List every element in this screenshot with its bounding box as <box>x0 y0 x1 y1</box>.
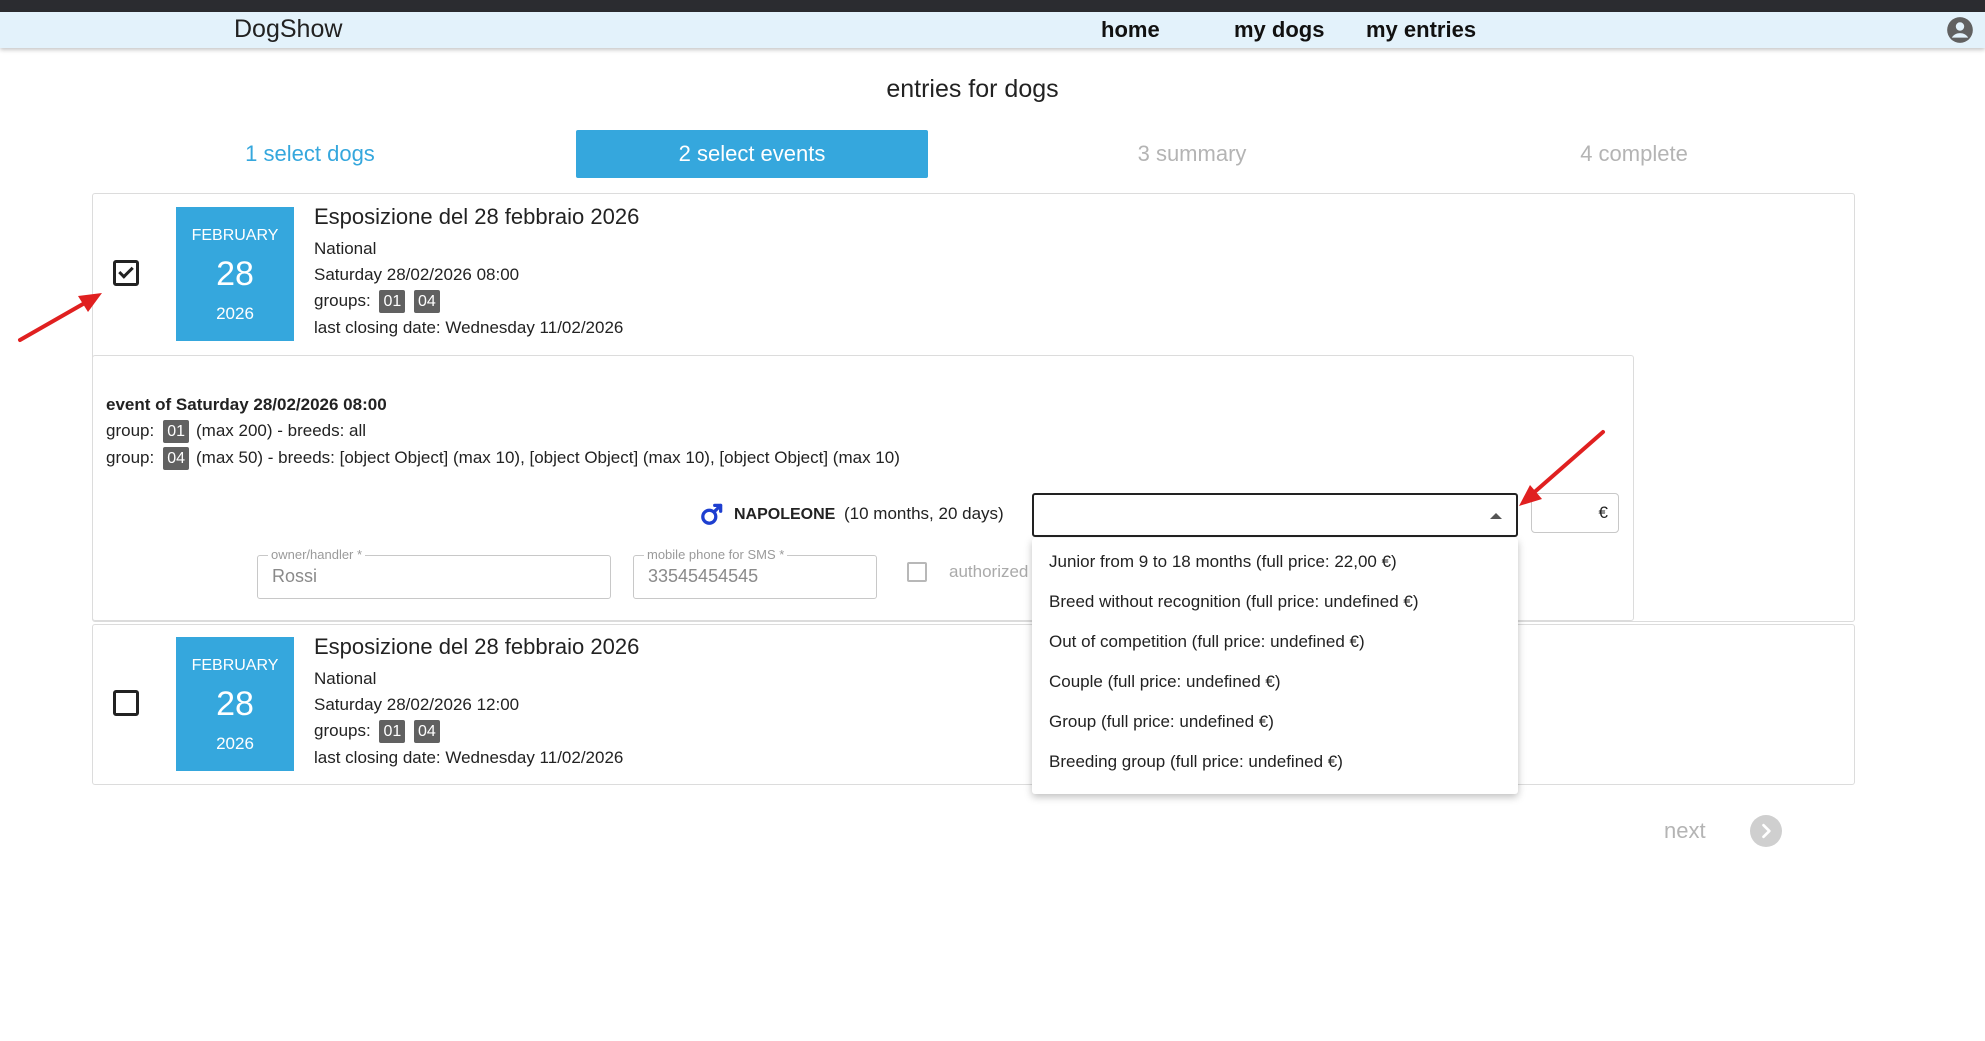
option-junior[interactable]: Junior from 9 to 18 months (full price: … <box>1032 542 1518 582</box>
group-chip: 01 <box>379 290 406 313</box>
checkmark-icon <box>118 263 134 279</box>
authorized-checkbox[interactable] <box>907 562 927 582</box>
male-icon <box>701 503 723 525</box>
option-out-of-competition[interactable]: Out of competition (full price: undefine… <box>1032 622 1518 662</box>
option-couple[interactable]: Couple (full price: undefined €) <box>1032 662 1518 702</box>
groups-label: groups: <box>314 291 371 310</box>
price-currency: € <box>1598 503 1608 522</box>
chevron-right-icon <box>1762 823 1771 839</box>
next-button[interactable] <box>1750 815 1782 847</box>
group-chip: 04 <box>163 447 189 470</box>
group-chip: 01 <box>163 420 189 443</box>
event-closing-date: last closing date: Wednesday 11/02/2026 <box>314 318 624 337</box>
group-chip: 04 <box>413 720 440 743</box>
group-chip: 01 <box>379 720 406 743</box>
dog-age: (10 months, 20 days) <box>844 504 1004 523</box>
date-year: 2026 <box>216 734 254 753</box>
detail-group-2: group: 04 (max 50) - breeds: [object Objec… <box>106 447 900 470</box>
brand-title[interactable]: DogShow <box>234 15 342 44</box>
event-closing-date: last closing date: Wednesday 11/02/2026 <box>314 748 624 767</box>
date-month: FEBRUARY <box>191 227 279 244</box>
date-year: 2026 <box>216 304 254 323</box>
date-day: 28 <box>216 255 254 293</box>
option-breed-without-recognition[interactable]: Breed without recognition (full price: u… <box>1032 582 1518 622</box>
next-button-label[interactable]: next <box>1664 818 1706 844</box>
app-bar: DogShow home my dogs my entries <box>0 12 1985 48</box>
event-title: Esposizione del 28 febbraio 2026 <box>314 634 640 659</box>
date-month: FEBRUARY <box>191 657 279 674</box>
step-select-dogs[interactable]: 1 select dogs <box>182 130 438 178</box>
owner-handler-value: Rossi <box>272 566 318 586</box>
event-date-box: FEBRUARY 28 2026 <box>176 207 294 341</box>
step-select-events[interactable]: 2 select events <box>576 130 928 178</box>
date-day: 28 <box>216 685 254 723</box>
annotation-arrow-shaft <box>18 298 92 342</box>
nav-my-entries[interactable]: my entries <box>1366 17 1476 43</box>
event-date-box: FEBRUARY 28 2026 <box>176 637 294 771</box>
option-breeding-group[interactable]: Breeding group (full price: undefined €) <box>1032 742 1518 782</box>
caret-up-icon <box>1490 513 1502 519</box>
entry-class-select[interactable] <box>1032 493 1518 537</box>
event-title: Esposizione del 28 febbraio 2026 <box>314 204 640 229</box>
option-group[interactable]: Group (full price: undefined €) <box>1032 702 1518 742</box>
price-field[interactable]: € <box>1531 493 1619 533</box>
page-title: entries for dogs <box>886 75 1059 103</box>
mobile-phone-field[interactable]: mobile phone for SMS * 33545454545 <box>633 547 877 599</box>
event-datetime: Saturday 28/02/2026 12:00 <box>314 695 520 714</box>
mobile-phone-label: mobile phone for SMS * <box>644 547 788 562</box>
account-circle-icon[interactable] <box>1946 16 1974 44</box>
event-groups: groups: 01 04 <box>314 290 440 313</box>
detail-group-1: group: 01 (max 200) - breeds: all <box>106 420 366 443</box>
nav-my-dogs[interactable]: my dogs <box>1234 17 1324 43</box>
event-checkbox-checked[interactable] <box>113 260 139 286</box>
browser-top-strip <box>0 0 1985 12</box>
step-complete: 4 complete <box>1580 141 1688 166</box>
event-groups: groups: 01 04 <box>314 720 440 743</box>
authorized-label: authorized <box>949 562 1029 581</box>
step-summary: 3 summary <box>1137 141 1247 166</box>
dog-name: NAPOLEONE <box>734 506 836 523</box>
owner-handler-field[interactable]: owner/handler * Rossi <box>257 547 611 599</box>
mobile-phone-value: 33545454545 <box>648 566 759 586</box>
event-type: National <box>314 239 377 258</box>
event-type: National <box>314 669 377 688</box>
group-chip: 04 <box>413 290 440 313</box>
nav-home[interactable]: home <box>1101 17 1160 43</box>
detail-heading: event of Saturday 28/02/2026 08:00 <box>106 395 387 414</box>
event-checkbox-unchecked[interactable] <box>113 690 139 716</box>
entry-class-dropdown-menu: Junior from 9 to 18 months (full price: … <box>1032 538 1518 794</box>
event-datetime: Saturday 28/02/2026 08:00 <box>314 265 520 284</box>
groups-label: groups: <box>314 721 371 740</box>
owner-handler-label: owner/handler * <box>268 547 366 562</box>
